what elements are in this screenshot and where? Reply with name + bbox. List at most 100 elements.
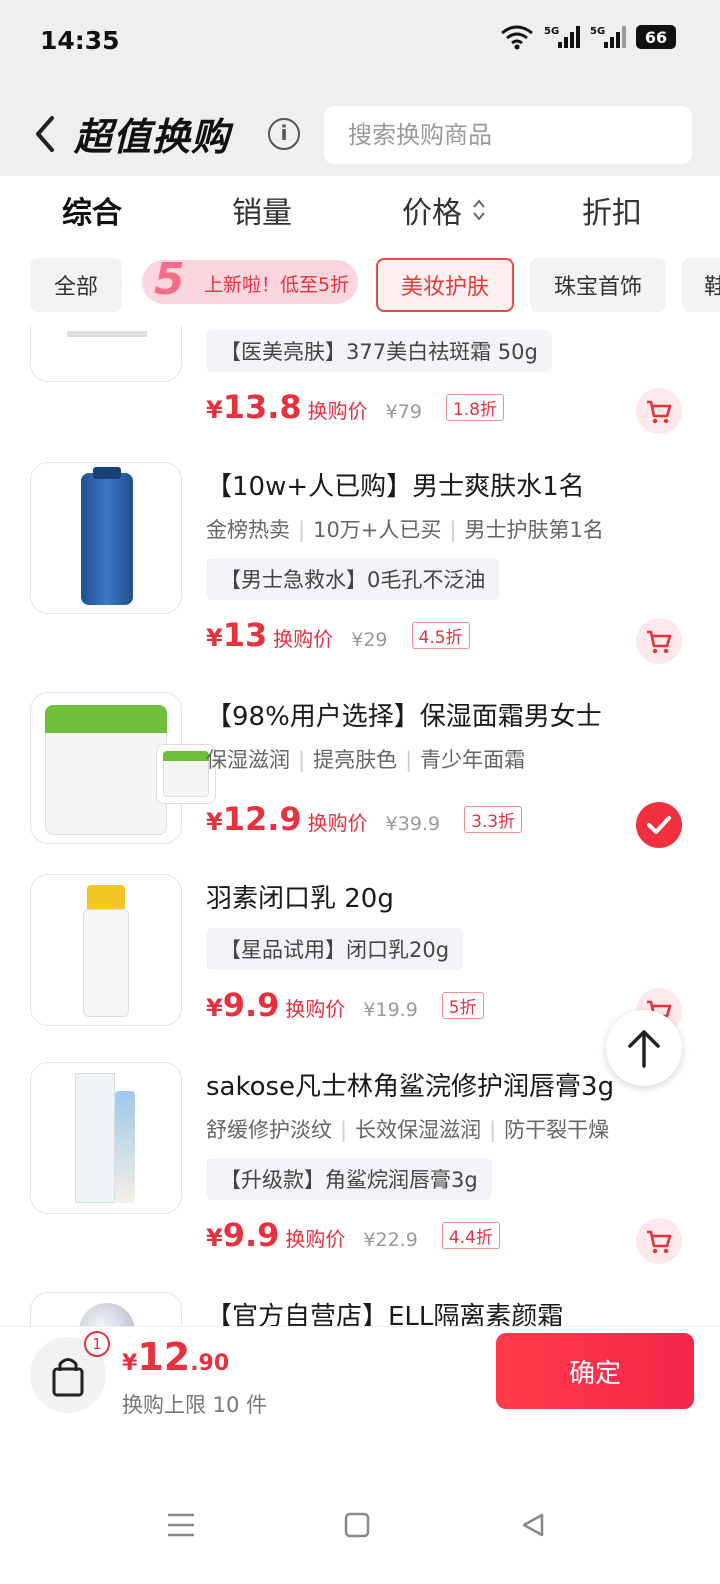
check-icon[interactable] <box>636 802 682 848</box>
bottle-cap <box>87 885 125 911</box>
cart-icon[interactable] <box>636 1218 682 1264</box>
price-row: ¥ 9.9 换购价 ¥19.9 5折 <box>206 986 484 1030</box>
tab-comprehensive[interactable]: 综合 <box>62 188 122 232</box>
currency: ¥ <box>206 396 223 424</box>
system-nav <box>0 1486 720 1584</box>
currency: ¥ <box>206 624 223 652</box>
currency: ¥ <box>206 994 223 1022</box>
list-item[interactable]: 【医美亮肤】377美白祛斑霜 50g ¥ 13.8 换购价 ¥79 1.8折 <box>0 326 720 442</box>
product-badge: 【星品试用】闭口乳20g <box>206 928 464 970</box>
signal-5g-icon: 5G <box>544 26 580 48</box>
price-label: 换购价 <box>307 399 368 423</box>
chip-shoes[interactable]: 鞋 <box>682 258 720 312</box>
product-name: 【98%用户选择】保湿面霜男女士 <box>206 702 602 732</box>
product-badge: 【升级款】角鲨烷润唇膏3g <box>206 1158 492 1200</box>
sort-arrows-icon <box>473 199 485 221</box>
cart-count-badge: 1 <box>84 1331 110 1357</box>
currency: ¥ <box>206 1224 223 1252</box>
price-label: 换购价 <box>307 811 368 835</box>
wifi-icon <box>501 25 533 50</box>
price-row: ¥ 13.8 换购价 ¥79 1.8折 <box>206 388 504 432</box>
lip-balm-stick <box>115 1091 135 1203</box>
total-integer: 12 <box>137 1335 191 1379</box>
chip-beauty[interactable]: 美妆护肤 <box>376 258 514 312</box>
discount-badge: 1.8折 <box>445 394 504 421</box>
mini-lid <box>163 751 209 761</box>
header: 超值换购 i <box>0 96 720 176</box>
list-item[interactable]: sakose凡士林角鲨浣修护润唇膏3g 舒缓修护淡纹 | 长效保湿滋润 | 防干裂干燥 … <box>0 1062 720 1282</box>
original-price: ¥39.9 <box>385 813 441 835</box>
tag: 长效保湿滋润 <box>355 1118 482 1142</box>
promo-text: 上新啦！低至5折 <box>204 274 350 296</box>
price-row: ¥ 13 换购价 ¥29 4.5折 <box>206 616 470 660</box>
price-row: ¥ 9.9 换购价 ¥22.9 4.4折 <box>206 1216 500 1260</box>
discount-badge: 4.4折 <box>441 1222 500 1249</box>
signal-5g-icon-2: 5G <box>590 26 626 48</box>
product-image <box>30 1062 182 1214</box>
menu-icon[interactable] <box>166 1512 196 1538</box>
promo-banner[interactable]: 5 上新啦！低至5折 <box>142 254 358 305</box>
exchange-limit: 换购上限 10 件 <box>122 1393 268 1417</box>
cream-jar-cap <box>79 1303 135 1326</box>
info-icon[interactable]: i <box>268 118 300 150</box>
confirm-button[interactable]: 确定 <box>496 1333 694 1409</box>
tag: 青少年面霜 <box>420 748 526 772</box>
svg-text:5G: 5G <box>544 26 559 37</box>
discount-badge: 4.5折 <box>411 622 470 649</box>
tab-discount[interactable]: 折扣 <box>582 188 642 232</box>
home-icon[interactable] <box>344 1512 370 1538</box>
tag: 10万+人已买 <box>313 518 442 542</box>
price: 13.8 <box>222 388 302 426</box>
tag: 防干裂干燥 <box>504 1118 610 1142</box>
toner-bottle <box>81 473 133 605</box>
product-name: 羽素闭口乳 20g <box>206 884 394 914</box>
total-price: ¥12.90 <box>122 1335 229 1379</box>
product-name: 【10w+人已购】男士爽肤水1名 <box>206 472 585 502</box>
search-input[interactable] <box>324 106 692 164</box>
cart-icon[interactable] <box>636 388 682 434</box>
battery-icon: 66 <box>636 25 676 49</box>
product-image <box>30 462 182 614</box>
list-item[interactable]: 【官方自营店】ELL隔离素颜霜 <box>0 1292 720 1326</box>
status-time: 14:35 <box>40 26 120 55</box>
price: 9.9 <box>222 1216 280 1254</box>
product-badge: 【医美亮肤】377美白祛斑霜 50g <box>206 330 552 372</box>
svg-text:5G: 5G <box>590 26 605 37</box>
price-label: 换购价 <box>273 627 334 651</box>
lip-balm-box <box>75 1073 115 1203</box>
chip-jewelry[interactable]: 珠宝首饰 <box>530 258 666 312</box>
cart-icon[interactable] <box>636 618 682 664</box>
list-item[interactable]: 羽素闭口乳 20g 【星品试用】闭口乳20g ¥ 9.9 换购价 ¥19.9 5… <box>0 874 720 1044</box>
price-row: ¥ 12.9 换购价 ¥39.9 3.3折 <box>206 800 523 844</box>
arrow-up-icon[interactable] <box>606 1010 682 1086</box>
tag: 保湿滋润 <box>206 748 290 772</box>
tab-sales[interactable]: 销量 <box>232 188 292 232</box>
product-image <box>30 326 182 382</box>
price: 12.9 <box>222 800 302 838</box>
currency: ¥ <box>122 1351 138 1376</box>
tag: 男士护肤第1名 <box>464 518 604 542</box>
back-triangle-icon[interactable] <box>520 1512 546 1538</box>
discount-badge: 3.3折 <box>464 806 523 833</box>
bottle-cap <box>93 467 121 479</box>
bottom-bar: 1 ¥12.90 换购上限 10 件 确定 <box>0 1326 720 1486</box>
list-item[interactable]: 【98%用户选择】保湿面霜男女士 保湿滋润 | 提亮肤色 | 青少年面霜 ¥ 12.9 … <box>0 692 720 862</box>
tag: 提亮肤色 <box>313 748 398 772</box>
price: 9.9 <box>222 986 280 1024</box>
product-tags: 舒缓修护淡纹 | 长效保湿滋润 | 防干裂干燥 <box>206 1118 610 1142</box>
chevron-left-icon[interactable] <box>30 112 60 156</box>
chip-all[interactable]: 全部 <box>30 258 122 312</box>
tab-price[interactable]: 价格 <box>402 188 462 232</box>
status-bar: 14:35 5G 5G 66 <box>0 0 720 80</box>
emulsion-bottle <box>83 909 129 1017</box>
list-item[interactable]: 【10w+人已购】男士爽肤水1名 金榜热卖 | 10万+人已买 | 男士护肤第1名 【男… <box>0 462 720 682</box>
page-title: 超值换购 <box>74 115 231 159</box>
cream-jar-lid <box>67 331 147 337</box>
top-area: 14:35 5G 5G 66 超值换购 i 搜索换购商品 <box>0 0 720 176</box>
product-badge: 【男士急救水】0毛孔不泛油 <box>206 558 500 600</box>
product-tags: 保湿滋润 | 提亮肤色 | 青少年面霜 <box>206 748 526 772</box>
discount-badge: 5折 <box>441 992 484 1019</box>
product-name: 【官方自营店】ELL隔离素颜霜 <box>206 1302 564 1326</box>
price: 13 <box>222 616 268 654</box>
original-price: ¥19.9 <box>363 999 418 1021</box>
